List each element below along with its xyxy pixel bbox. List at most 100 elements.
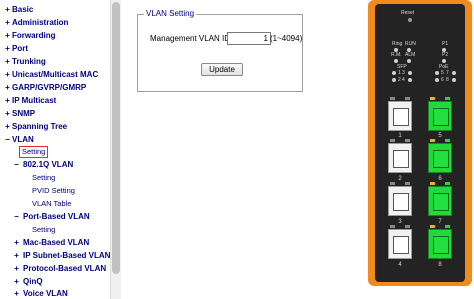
- poe-led-label-5: 5: [441, 70, 444, 76]
- panel-body: Reset Ring RUN R.M. ALM P1 P2 SFP 1 3 2 …: [375, 4, 465, 282]
- nav-item-pvid-setting[interactable]: PVID Setting: [32, 184, 75, 197]
- expand-icon: +: [5, 109, 10, 118]
- collapse-icon: −: [5, 135, 10, 144]
- nav-scrollbar[interactable]: [110, 0, 121, 299]
- nav-item-ip-subnet-based-vlan[interactable]: + IP Subnet-Based VLAN: [12, 249, 110, 262]
- nav-item-8021q-setting[interactable]: Setting: [32, 171, 55, 184]
- expand-icon: +: [14, 264, 19, 273]
- poe-led-label-7: 7: [446, 70, 449, 76]
- nav-item-basic[interactable]: + Basic: [3, 3, 33, 16]
- nav-item-label: Forwarding: [12, 31, 56, 40]
- rj45-jack: [433, 236, 449, 254]
- expand-icon: +: [5, 70, 10, 79]
- p1-label: P1: [442, 41, 449, 47]
- port-leds: [428, 139, 452, 142]
- expand-icon: +: [5, 83, 10, 92]
- nav-item-label: Administration: [12, 18, 69, 27]
- management-vlan-id-input[interactable]: [227, 32, 271, 45]
- reset-button[interactable]: [408, 18, 412, 22]
- sfp-led-1: [392, 71, 396, 75]
- nav-item-label: Spanning Tree: [12, 122, 68, 131]
- expand-icon: +: [5, 57, 10, 66]
- rj45-jack: [433, 193, 449, 211]
- port-3[interactable]: [388, 186, 412, 216]
- nav-item-label: VLAN: [12, 135, 34, 144]
- sfp-led-label-3: 3: [402, 70, 405, 76]
- port-4[interactable]: [388, 229, 412, 259]
- vlan-setting-group: VLAN Setting Management VLAN ID (1~4094)…: [137, 9, 303, 92]
- alm-led: [407, 59, 411, 63]
- poe-led-5: [435, 71, 439, 75]
- update-button[interactable]: Update: [201, 63, 243, 76]
- nav-item-unicast-multicast-mac[interactable]: + Unicast/Multicast MAC: [3, 68, 98, 81]
- nav-item-port-based-setting[interactable]: Setting: [32, 223, 55, 236]
- nav-item-protocol-based-vlan[interactable]: + Protocol-Based VLAN: [12, 262, 106, 275]
- rj45-jack: [433, 108, 449, 126]
- nav-item-label: Trunking: [12, 57, 46, 66]
- expand-icon: +: [14, 289, 19, 298]
- poe-led-label-8: 8: [446, 77, 449, 83]
- nav-item-8021q-vlan[interactable]: −802.1Q VLAN: [12, 158, 73, 171]
- port-1[interactable]: [388, 101, 412, 131]
- nav-item-label: Setting: [32, 173, 56, 182]
- poe-led-7: [452, 71, 456, 75]
- nav-item-snmp[interactable]: + SNMP: [3, 107, 35, 120]
- nav-item-administration[interactable]: + Administration: [3, 16, 68, 29]
- alm-label: ALM: [405, 52, 416, 58]
- nav-item-label: QinQ: [23, 277, 43, 286]
- nav-item-label: Basic: [12, 5, 34, 14]
- p2-led: [442, 59, 446, 63]
- port-5[interactable]: [428, 101, 452, 131]
- nav-item-forwarding[interactable]: + Forwarding: [3, 29, 56, 42]
- port-number: 4: [398, 262, 402, 268]
- port-leds: [428, 182, 452, 185]
- nav-item-label: VLAN Table: [32, 199, 72, 208]
- nav-item-label: 802.1Q VLAN: [23, 160, 74, 169]
- nav-item-port[interactable]: + Port: [3, 42, 28, 55]
- port-leds: [388, 139, 412, 142]
- port-2[interactable]: [388, 143, 412, 173]
- nav-item-voice-vlan[interactable]: + Voice VLAN: [12, 287, 68, 299]
- nav-item-port-based-vlan[interactable]: − Port-Based VLAN: [12, 210, 90, 223]
- port-8[interactable]: [428, 229, 452, 259]
- nav-item-label: Setting: [19, 146, 49, 158]
- port-leds: [428, 97, 452, 100]
- port-7[interactable]: [428, 186, 452, 216]
- expand-icon: +: [5, 18, 10, 27]
- nav-item-label: Voice VLAN: [23, 289, 68, 298]
- nav-item-label: Protocol-Based VLAN: [23, 264, 107, 273]
- nav-item-trunking[interactable]: + Trunking: [3, 55, 46, 68]
- poe-led-label-6: 6: [441, 77, 444, 83]
- nav-item-label: Port: [12, 44, 28, 53]
- sfp-led-4: [408, 78, 412, 82]
- scrollbar-thumb[interactable]: [112, 2, 120, 274]
- vlan-id-range-hint: (1~4094): [270, 34, 303, 43]
- nav-item-label: Setting: [32, 225, 56, 234]
- expand-icon: +: [14, 251, 19, 260]
- nav-item-spanning-tree[interactable]: + Spanning Tree: [3, 120, 67, 133]
- rj45-jack: [393, 108, 409, 126]
- nav-item-garp-gvrp-gmrp[interactable]: + GARP/GVRP/GMRP: [3, 81, 86, 94]
- expand-icon: +: [5, 5, 10, 14]
- sfp-led-label-2: 2: [398, 77, 401, 83]
- expand-icon: +: [5, 122, 10, 131]
- nav-item-mac-based-vlan[interactable]: + Mac-Based VLAN: [12, 236, 89, 249]
- port-leds: [388, 182, 412, 185]
- nav-item-ip-multicast[interactable]: + IP Multicast: [3, 94, 56, 107]
- port-6[interactable]: [428, 143, 452, 173]
- sfp-led-label-4: 4: [402, 77, 405, 83]
- expand-icon: +: [5, 96, 10, 105]
- expand-icon: +: [5, 44, 10, 53]
- nav-item-vlan-table[interactable]: VLAN Table: [32, 197, 71, 210]
- nav-item-label: Unicast/Multicast MAC: [12, 70, 99, 79]
- nav-item-vlan-setting[interactable]: Setting: [19, 145, 49, 158]
- rj45-jack: [393, 150, 409, 168]
- management-vlan-id-label: Management VLAN ID: [150, 34, 231, 43]
- group-legend: VLAN Setting: [144, 9, 197, 18]
- nav-item-label: IP Subnet-Based VLAN: [23, 251, 110, 260]
- navigation-tree: + Basic + Administration + Forwarding + Port…: [0, 0, 110, 299]
- rm-led: [394, 59, 398, 63]
- nav-item-label: IP Multicast: [12, 96, 57, 105]
- rj45-jack: [393, 236, 409, 254]
- reset-label: Reset: [401, 10, 415, 16]
